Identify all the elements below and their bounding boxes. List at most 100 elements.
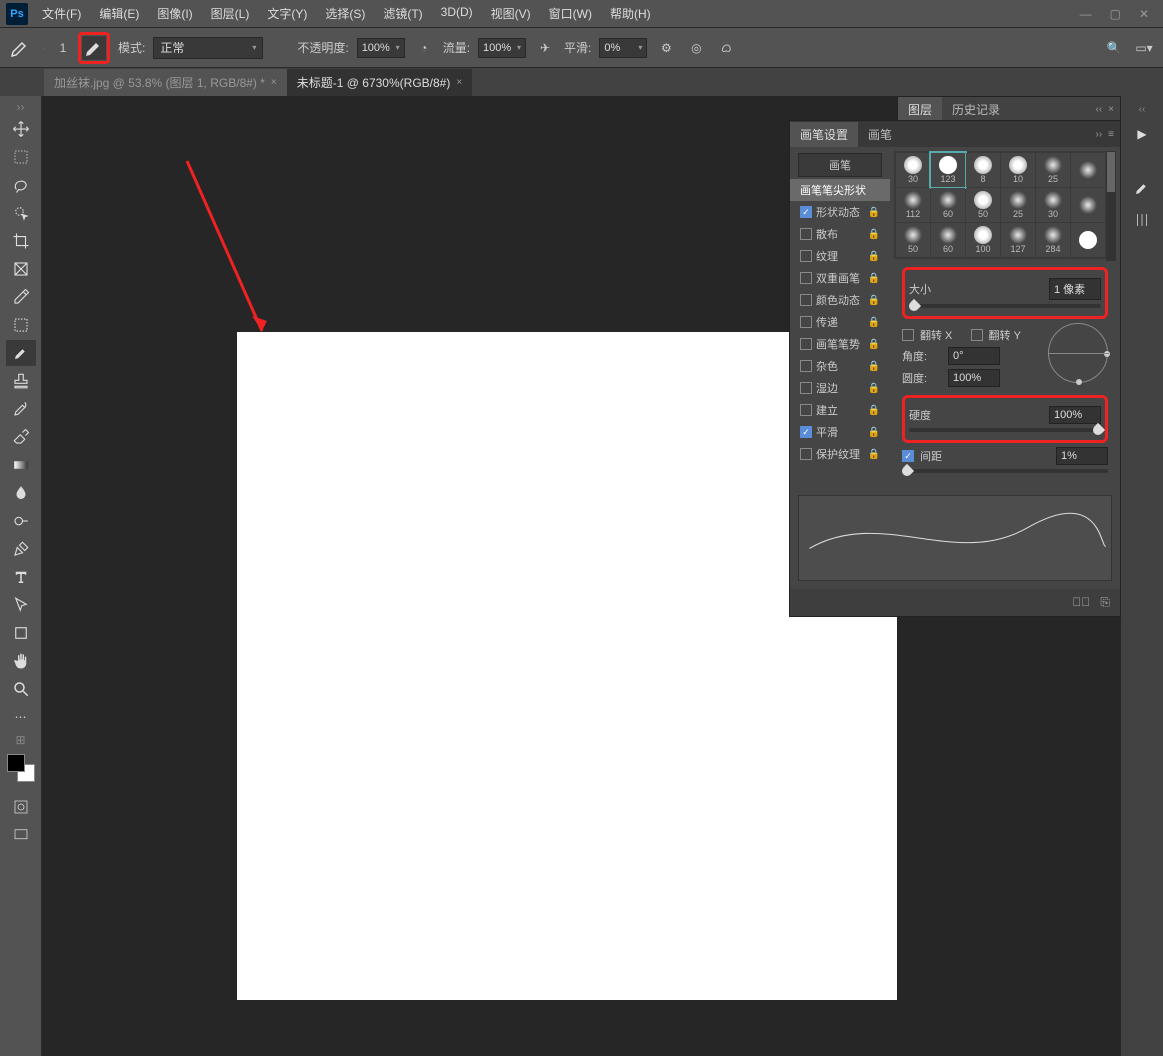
brush-preset-12[interactable]: 50 [896, 223, 930, 257]
doc-tab-2[interactable]: 未标题-1 @ 6730%(RGB/8#)× [287, 69, 472, 96]
brush-preset-17[interactable] [1071, 223, 1105, 257]
brush-preset-4[interactable]: 25 [1036, 153, 1070, 187]
crop-tool[interactable] [6, 228, 36, 254]
close-icon[interactable]: ✕ [1139, 7, 1149, 21]
collapse-icon[interactable]: ‹‹ [1095, 104, 1102, 115]
brush-preset-0[interactable]: 30 [896, 153, 930, 187]
brush-tip-shape[interactable]: 画笔笔尖形状 [790, 179, 890, 201]
roundness-input[interactable]: 100% [948, 369, 1000, 387]
spacing-slider[interactable] [902, 469, 1108, 473]
lock-icon[interactable]: 🔒 [868, 427, 880, 438]
brush-option-5[interactable]: 传递🔒 [790, 311, 890, 333]
menu-filter[interactable]: 滤镜(T) [375, 1, 430, 26]
brush-preset-picker[interactable] [82, 36, 106, 60]
doc-tab-1[interactable]: 加丝袜.jpg @ 53.8% (图层 1, RGB/8#) *× [44, 69, 287, 96]
brush-preset-13[interactable]: 60 [931, 223, 965, 257]
current-tool-icon[interactable] [8, 36, 32, 60]
brushes-icon[interactable] [1127, 207, 1157, 233]
menu-window[interactable]: 窗口(W) [541, 1, 600, 26]
pressure-opacity-icon[interactable]: ◔ [413, 37, 435, 59]
brush-option-7[interactable]: 杂色🔒 [790, 355, 890, 377]
size-input[interactable]: 1 像素 [1049, 278, 1101, 300]
brush-option-0[interactable]: ✓形状动态🔒 [790, 201, 890, 223]
checkbox[interactable]: ✓ [800, 206, 812, 218]
brush-preset-1[interactable]: 123 [931, 153, 965, 187]
maximize-icon[interactable]: ▢ [1110, 7, 1121, 21]
symmetry-icon[interactable]: ᜊ [715, 37, 737, 59]
menu-image[interactable]: 图像(I) [149, 1, 200, 26]
hand-tool[interactable] [6, 648, 36, 674]
checkbox[interactable] [800, 294, 812, 306]
type-tool[interactable] [6, 564, 36, 590]
expand-panel-icon[interactable]: ‹‹ [1139, 104, 1146, 115]
menu-icon[interactable]: ≡ [1108, 129, 1114, 140]
screenmode-tool[interactable] [6, 822, 36, 848]
size-slider[interactable] [909, 304, 1101, 308]
brush-preset-7[interactable]: 60 [931, 188, 965, 222]
lock-icon[interactable]: 🔒 [868, 339, 880, 350]
more-tools[interactable]: ⋯ [6, 704, 36, 730]
lock-icon[interactable]: 🔒 [868, 405, 880, 416]
checkbox[interactable] [800, 250, 812, 262]
play-icon[interactable]: ▶ [1127, 121, 1157, 147]
eraser-tool[interactable] [6, 424, 36, 450]
new-preset-icon[interactable]: ⎘ [1100, 595, 1110, 610]
hardness-slider[interactable] [909, 428, 1101, 432]
history-brush-tool[interactable] [6, 396, 36, 422]
brush-option-4[interactable]: 颜色动态🔒 [790, 289, 890, 311]
path-select-tool[interactable] [6, 592, 36, 618]
dodge-tool[interactable] [6, 508, 36, 534]
checkbox[interactable]: ✓ [800, 426, 812, 438]
flow-input[interactable]: 100%▾ [478, 38, 526, 58]
lasso-tool[interactable] [6, 172, 36, 198]
brush-preset-2[interactable]: 8 [966, 153, 1000, 187]
marquee-tool[interactable] [6, 144, 36, 170]
checkbox[interactable] [800, 360, 812, 372]
brush-option-8[interactable]: 湿边🔒 [790, 377, 890, 399]
lock-icon[interactable]: 🔒 [868, 295, 880, 306]
search-icon[interactable]: 🔍 [1103, 37, 1125, 59]
close-icon[interactable]: × [271, 77, 277, 88]
preview-toggle-icon[interactable]: 👁⃠ [1072, 595, 1090, 610]
eyedropper-tool[interactable] [6, 284, 36, 310]
brush-option-10[interactable]: ✓平滑🔒 [790, 421, 890, 443]
quick-select-tool[interactable] [6, 200, 36, 226]
brush-option-2[interactable]: 纹理🔒 [790, 245, 890, 267]
brush-option-9[interactable]: 建立🔒 [790, 399, 890, 421]
angle-widget[interactable] [1048, 323, 1108, 383]
checkbox[interactable] [800, 228, 812, 240]
menu-edit[interactable]: 编辑(E) [91, 1, 147, 26]
quickmask-tool[interactable] [6, 794, 36, 820]
tab-brushes[interactable]: 画笔 [858, 122, 902, 147]
brush-option-1[interactable]: 散布🔒 [790, 223, 890, 245]
menu-select[interactable]: 选择(S) [317, 1, 373, 26]
color-swatch[interactable] [7, 754, 35, 782]
smooth-input[interactable]: 0%▾ [599, 38, 647, 58]
lock-icon[interactable]: 🔒 [868, 361, 880, 372]
mode-select[interactable]: 正常▾ [153, 37, 263, 59]
brush-preset-16[interactable]: 284 [1036, 223, 1070, 257]
brush-panel-icon[interactable] [1127, 175, 1157, 201]
tab-history[interactable]: 历史记录 [942, 97, 1010, 122]
brush-preset-9[interactable]: 25 [1001, 188, 1035, 222]
checkbox[interactable] [800, 382, 812, 394]
lock-icon[interactable]: 🔒 [868, 449, 880, 460]
gear-icon[interactable]: ⚙ [655, 37, 677, 59]
gradient-tool[interactable] [6, 452, 36, 478]
spacing-check[interactable]: ✓ [902, 450, 914, 462]
brush-tool[interactable] [6, 340, 36, 366]
shape-tool[interactable] [6, 620, 36, 646]
checkbox[interactable] [800, 272, 812, 284]
lock-icon[interactable]: 🔒 [868, 207, 880, 218]
brush-preset-6[interactable]: 112 [896, 188, 930, 222]
expand-icon[interactable]: ›› [6, 100, 36, 114]
lock-icon[interactable]: 🔒 [868, 383, 880, 394]
menu-type[interactable]: 文字(Y) [259, 1, 315, 26]
checkbox[interactable] [800, 316, 812, 328]
brush-preset-11[interactable] [1071, 188, 1105, 222]
lock-icon[interactable]: 🔒 [868, 251, 880, 262]
edit-toolbar[interactable]: ⊞ [6, 732, 36, 748]
close-icon[interactable]: × [1108, 104, 1114, 115]
brush-preset-15[interactable]: 127 [1001, 223, 1035, 257]
frame-tool[interactable] [6, 256, 36, 282]
